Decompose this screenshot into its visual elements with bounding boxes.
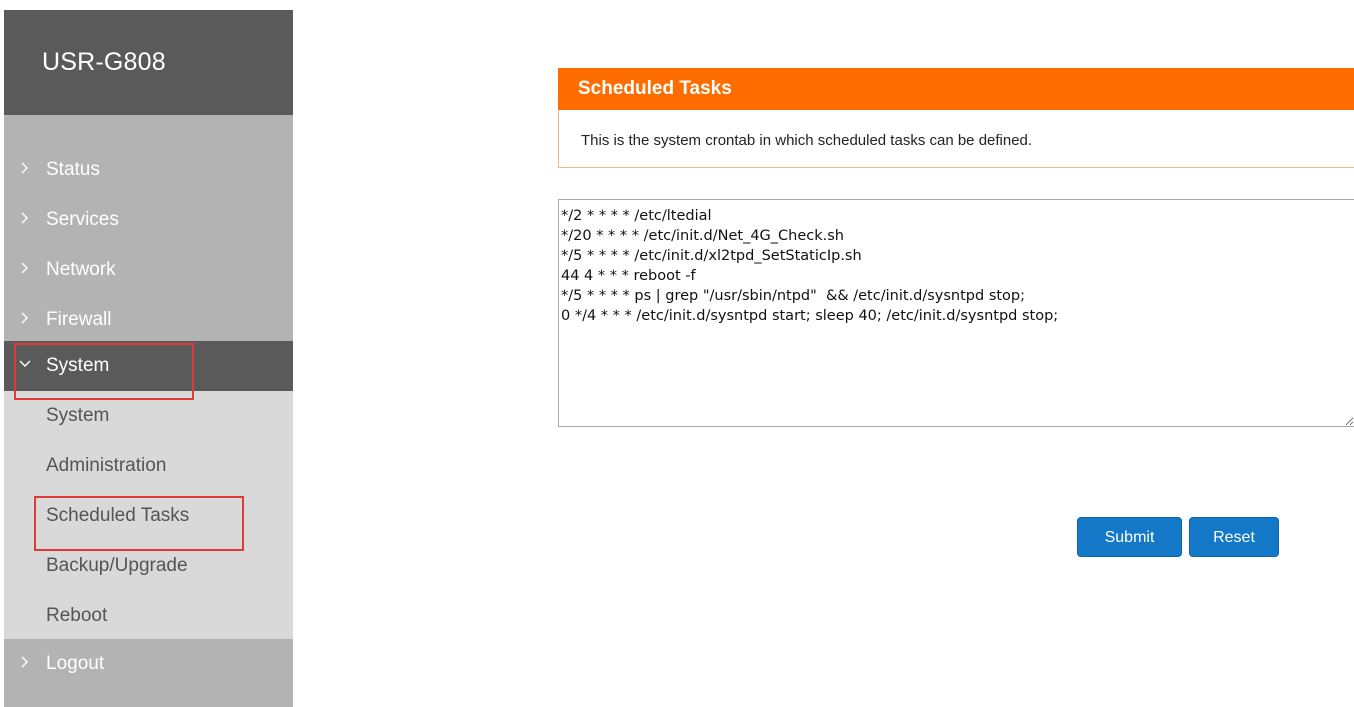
panel-title: Scheduled Tasks [558,68,1354,110]
sidebar-item-label: Status [46,159,100,180]
sidebar-item-status[interactable]: Status [4,145,293,195]
submenu-item-reboot[interactable]: Reboot [4,591,293,641]
sidebar-item-network[interactable]: Network [4,245,293,295]
submenu-item-label: Scheduled Tasks [46,505,190,526]
submenu-item-label: Backup/Upgrade [46,555,188,576]
chevron-right-icon [21,262,28,274]
chevron-right-icon [21,212,28,224]
sidebar-item-system[interactable]: System [4,341,293,391]
sidebar-item-label: Firewall [46,309,112,330]
submenu-item-label: Reboot [46,605,108,626]
sidebar: USR-G808 Status Services Network Firewal… [4,10,293,707]
submenu-item-label: System [46,405,110,426]
sidebar-item-label: Logout [46,653,105,674]
reset-button[interactable]: Reset [1189,517,1279,557]
submenu-item-backup-upgrade[interactable]: Backup/Upgrade [4,541,293,591]
brand-title: USR-G808 [42,48,166,76]
sidebar-item-services[interactable]: Services [4,195,293,245]
chevron-right-icon [21,162,28,174]
sidebar-item-label: Services [46,209,119,230]
sidebar-item-label: Network [46,259,116,280]
sidebar-item-logout[interactable]: Logout [4,639,293,689]
sidebar-item-label: System [46,355,110,376]
submenu-item-administration[interactable]: Administration [4,441,293,491]
submenu-item-scheduled-tasks[interactable]: Scheduled Tasks [4,491,293,541]
chevron-down-icon [19,360,31,367]
system-submenu: System Administration Scheduled Tasks Ba… [4,391,293,639]
chevron-right-icon [21,312,28,324]
submit-button[interactable]: Submit [1077,517,1182,557]
chevron-right-icon [21,656,28,668]
submenu-item-label: Administration [46,455,167,476]
submenu-item-system[interactable]: System [4,391,293,441]
sidebar-item-firewall[interactable]: Firewall [4,295,293,345]
brand-header: USR-G808 [4,10,293,115]
panel-description: This is the system crontab in which sche… [558,110,1354,168]
crontab-editor[interactable]: */2 * * * * /etc/ltedial */20 * * * * /e… [558,199,1354,427]
